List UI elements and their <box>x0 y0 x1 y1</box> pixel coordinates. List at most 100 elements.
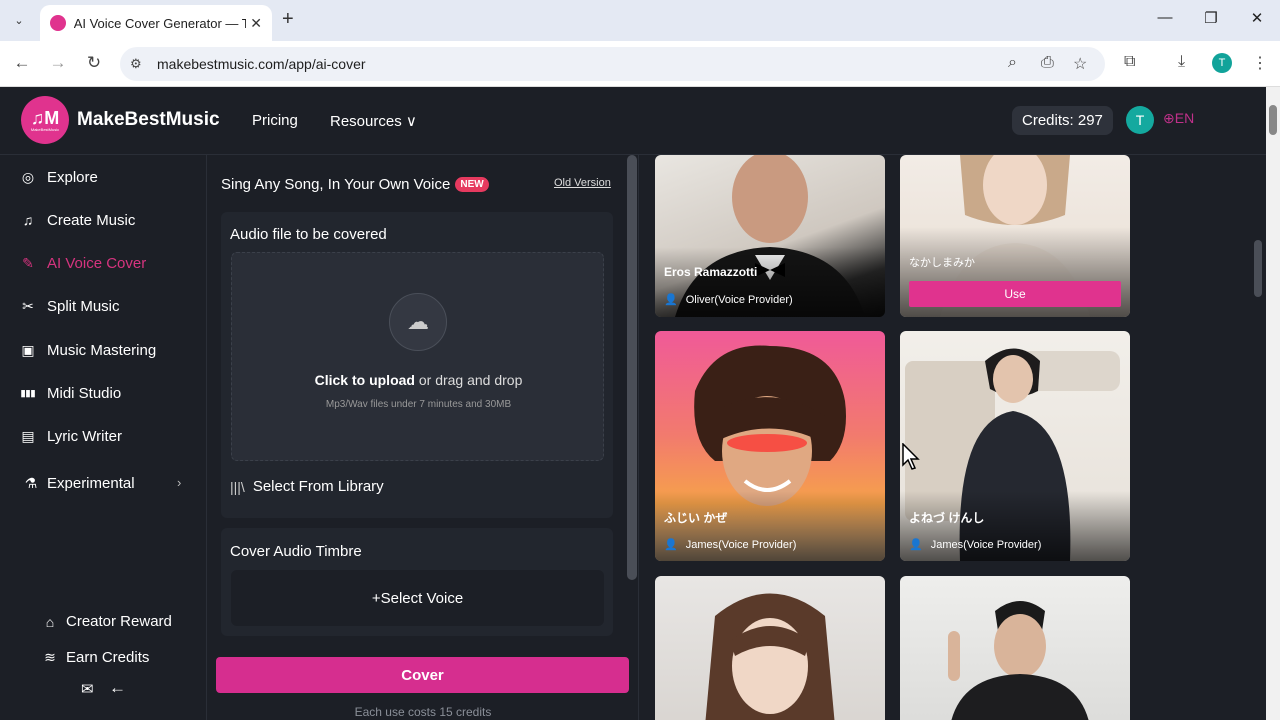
tab-close-icon[interactable]: ✕ <box>250 15 262 32</box>
sidebar-item-label: Music Mastering <box>47 341 157 359</box>
earn-credits-link[interactable]: ≋ Earn Credits <box>40 649 149 666</box>
sidebar-item-experimental[interactable]: ⚗ Experimental <box>21 470 135 496</box>
tab-search-icon[interactable]: ⌄ <box>8 9 30 31</box>
tab-title: AI Voice Cover Generator — Tra <box>73 15 247 31</box>
mouse-cursor-icon <box>902 443 920 470</box>
sidebar-item-lyric-writer[interactable]: ▤ Lyric Writer <box>18 423 122 449</box>
sidebar-item-label: Lyric Writer <box>47 427 122 445</box>
browser-menu-icon[interactable]: ⋮ <box>1252 53 1268 73</box>
cover-settings-panel: Sing Any Song, In Your Own Voice NEW Old… <box>207 155 639 720</box>
coins-icon: ≋ <box>44 649 56 665</box>
voice-name: Eros Ramazzotti <box>664 265 758 279</box>
flask-icon: ⚗ <box>24 474 38 491</box>
reload-icon[interactable]: ↻ <box>83 53 105 73</box>
browser-tab-strip: ⌄ AI Voice Cover Generator — Tra ✕ + — ❐… <box>0 0 1280 41</box>
back-icon[interactable]: ← <box>11 53 33 73</box>
voice-card[interactable]: Eros Ramazzotti 👤 Oliver(Voice Provider) <box>655 155 885 317</box>
earn-credits-label: Earn Credits <box>66 649 150 666</box>
logo[interactable]: ♫M MakeBestMusic <box>21 96 69 144</box>
gift-icon: ⌂ <box>45 613 55 630</box>
compass-icon: ◎ <box>21 168 35 185</box>
library-icon: |||\ <box>230 478 245 495</box>
language-code: EN <box>1174 110 1195 126</box>
voice-name: ふじい かぜ <box>664 511 728 525</box>
voice-provider: 👤 Oliver(Voice Provider) <box>664 293 793 307</box>
sidebar-item-label: Create Music <box>47 211 136 229</box>
sidebar-item-label: Experimental <box>47 474 135 492</box>
site-info-icon[interactable]: ⚙ <box>130 56 142 72</box>
sidebar-item-split-music[interactable]: ✂ Split Music <box>18 293 119 319</box>
browser-profile-avatar[interactable]: T <box>1212 53 1232 73</box>
music-note-icon: ♫ <box>22 212 34 228</box>
cost-note: Each use costs 15 credits <box>354 705 492 719</box>
browser-tab[interactable]: AI Voice Cover Generator — Tra ✕ <box>40 5 272 41</box>
document-icon: ▤ <box>21 427 35 444</box>
chevron-right-icon[interactable]: › <box>177 475 181 490</box>
address-bar[interactable]: ⚙ makebestmusic.com/app/ai-cover ⌕ ⎙ ☆ <box>120 47 1105 81</box>
pricing-link[interactable]: Pricing <box>252 112 298 129</box>
forward-icon[interactable]: → <box>47 53 69 73</box>
brush-icon: ✎ <box>22 254 34 271</box>
sidebar-item-explore[interactable]: ◎ Explore <box>18 164 98 190</box>
brand-name[interactable]: MakeBestMusic <box>77 109 220 131</box>
browser-toolbar: ← → ↻ ⚙ makebestmusic.com/app/ai-cover ⌕… <box>0 41 1280 87</box>
url-text: makebestmusic.com/app/ai-cover <box>157 56 366 72</box>
sidebar-item-label: Explore <box>47 168 98 186</box>
minimize-icon[interactable]: — <box>1155 9 1175 26</box>
sidebar-item-music-mastering[interactable]: ▣ Music Mastering <box>18 337 156 363</box>
sidebar-item-ai-voice-cover[interactable]: ✎ AI Voice Cover <box>18 250 146 276</box>
voice-card[interactable] <box>655 576 885 720</box>
bookmark-star-icon[interactable]: ☆ <box>1073 54 1087 74</box>
voice-card[interactable]: ふじい かぜ 👤 James(Voice Provider) <box>655 331 885 561</box>
voice-card[interactable] <box>900 576 1130 720</box>
resources-label: Resources <box>330 113 402 130</box>
upload-hint: Mp3/Wav files under 7 minutes and 30MB <box>325 399 512 410</box>
collapse-arrow-icon[interactable]: ← <box>109 678 126 698</box>
audio-upload-card: Audio file to be covered ☁ Click to uplo… <box>221 212 613 518</box>
language-selector[interactable]: ⊕EN <box>1163 110 1194 127</box>
page-scrollbar[interactable] <box>1266 87 1280 720</box>
panel-scrollbar[interactable] <box>627 155 637 580</box>
upload-dropzone[interactable]: ☁ Click to upload or drag and drop Mp3/W… <box>231 252 604 461</box>
credits-badge[interactable]: Credits: 297 <box>1012 106 1113 135</box>
upload-instruction: Click to upload or drag and drop <box>314 372 523 388</box>
card-shade <box>655 247 885 317</box>
site-favicon <box>50 15 66 31</box>
voice-card[interactable]: よねづ けんし 👤 James(Voice Provider) <box>900 331 1130 561</box>
sidebar: ◎ Explore ♫ Create Music ✎ AI Voice Cove… <box>0 155 207 720</box>
mastering-icon: ▣ <box>21 341 35 358</box>
voice-photo <box>705 593 835 720</box>
user-avatar[interactable]: T <box>1126 106 1154 134</box>
creator-reward-link[interactable]: ⌂ Creator Reward <box>40 613 172 630</box>
gallery-scrollbar[interactable] <box>1254 240 1262 297</box>
restore-icon[interactable]: ❐ <box>1201 9 1221 27</box>
voice-gallery: Eros Ramazzotti 👤 Oliver(Voice Provider) … <box>640 155 1266 720</box>
new-tab-icon[interactable]: + <box>282 8 294 31</box>
panel-title-text: Sing Any Song, In Your Own Voice <box>221 176 451 193</box>
sidebar-item-create-music[interactable]: ♫ Create Music <box>18 207 136 233</box>
select-voice-button[interactable]: +Select Voice <box>231 570 604 626</box>
install-app-icon[interactable]: ⎙ <box>1041 54 1054 72</box>
mail-icon[interactable]: ✉ <box>81 680 94 698</box>
person-icon: 👤 <box>909 539 923 551</box>
creator-reward-label: Creator Reward <box>66 613 172 630</box>
resources-menu[interactable]: Resources ∨ <box>330 112 417 130</box>
sidebar-item-midi-studio[interactable]: ▮▮▮ Midi Studio <box>18 380 122 406</box>
voice-photo <box>948 601 1089 720</box>
select-from-library-button[interactable]: |||\ Select From Library <box>230 478 384 495</box>
old-version-link[interactable]: Old Version <box>554 177 611 189</box>
downloads-icon[interactable]: ⤓ <box>1178 53 1185 71</box>
voice-card[interactable]: なかしまみか Use <box>900 155 1130 317</box>
sidebar-item-label: Midi Studio <box>47 384 122 402</box>
zoom-icon[interactable]: ⌕ <box>1008 54 1017 72</box>
cover-button[interactable]: Cover <box>216 657 629 693</box>
extensions-icon[interactable]: ⧉ <box>1124 53 1135 71</box>
page-scroll-thumb[interactable] <box>1269 105 1277 135</box>
person-icon: 👤 <box>664 539 678 551</box>
globe-icon: ⊕ <box>1163 110 1175 126</box>
use-voice-button[interactable]: Use <box>909 281 1121 307</box>
timbre-card: Cover Audio Timbre +Select Voice <box>221 528 613 636</box>
audio-section-title: Audio file to be covered <box>230 226 387 243</box>
window-close-icon[interactable]: ✕ <box>1247 9 1267 27</box>
library-label: Select From Library <box>252 478 384 495</box>
